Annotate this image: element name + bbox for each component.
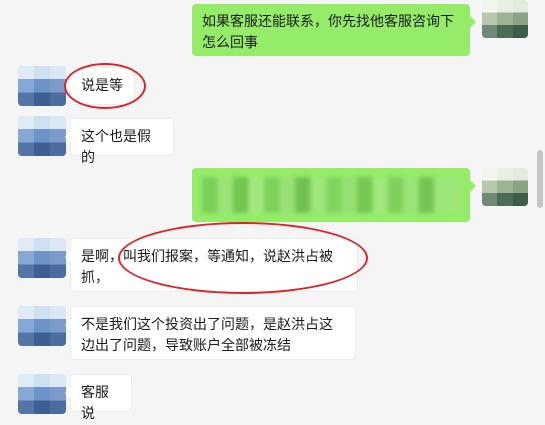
message-text: 不是我们这个投资出了问题，是赵洪占这边出了问题，导致账户全部被冻结 <box>81 317 333 354</box>
contact-avatar[interactable] <box>18 116 66 156</box>
message-text: 客服说 <box>81 385 109 422</box>
message-bubble-incoming[interactable]: 客服说 <box>65 374 132 422</box>
message-bubble-incoming[interactable]: 这个也是假的 <box>65 118 174 166</box>
message-text: 是啊，叫我们报案，等通知，说赵洪占被抓， <box>81 249 333 286</box>
my-avatar[interactable] <box>482 0 528 38</box>
message-bubble-incoming[interactable]: 是啊，叫我们报案，等通知，说赵洪占被抓， <box>65 238 358 292</box>
scrollbar[interactable] <box>537 150 543 208</box>
message-text: 这个也是假的 <box>81 129 151 166</box>
contact-avatar[interactable] <box>18 238 66 278</box>
contact-avatar[interactable] <box>18 374 66 414</box>
my-avatar[interactable] <box>482 168 528 206</box>
chat-window: 如果客服还能联系，你先找他客服咨询下怎么回事 说是等 这个也是假的 是啊，叫我们… <box>0 0 545 422</box>
blurred-content <box>202 177 460 213</box>
message-bubble-outgoing-redacted[interactable] <box>192 168 476 222</box>
message-text: 如果客服还能联系，你先找他客服咨询下怎么回事 <box>202 14 454 51</box>
message-bubble-incoming[interactable]: 说是等 <box>65 67 135 105</box>
contact-avatar[interactable] <box>18 66 66 106</box>
message-bubble-outgoing[interactable]: 如果客服还能联系，你先找他客服咨询下怎么回事 <box>192 4 476 56</box>
message-bubble-incoming[interactable]: 不是我们这个投资出了问题，是赵洪占这边出了问题，导致账户全部被冻结 <box>65 306 356 360</box>
contact-avatar[interactable] <box>18 306 66 346</box>
message-text: 说是等 <box>81 78 123 94</box>
